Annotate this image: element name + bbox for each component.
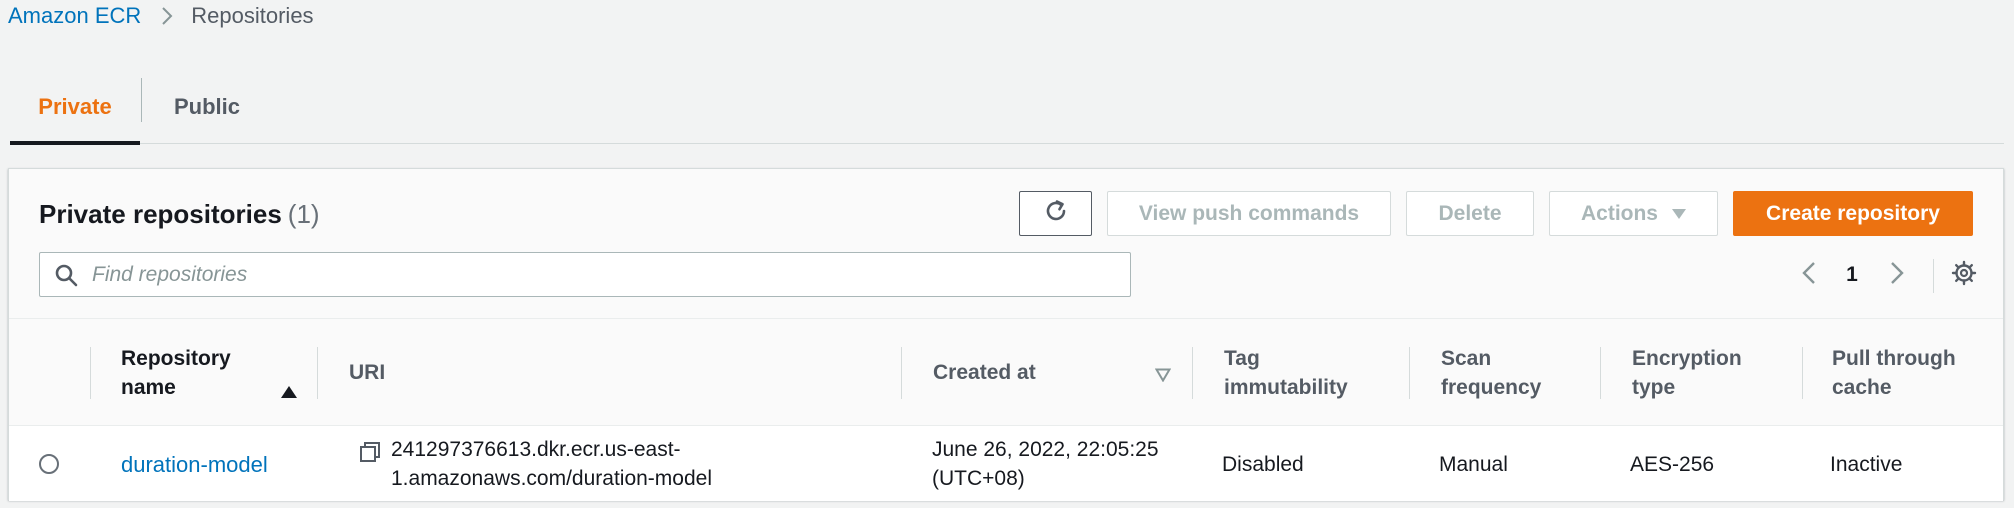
breadcrumb-amazon-ecr-link[interactable]: Amazon ECR [8, 3, 141, 29]
column-header-label: frequency [1441, 375, 1542, 399]
column-header-label: Tag [1224, 346, 1260, 370]
repository-name-link[interactable]: duration-model [121, 450, 268, 479]
created-at-text-line: (UTC+08) [932, 467, 1025, 490]
private-repositories-panel: Private repositories (1) View push comman… [8, 168, 2004, 501]
tab-private[interactable]: Private [10, 70, 140, 145]
column-header-encryption-type: Encryption type [1632, 319, 1792, 426]
tag-immutability-cell: Disabled [1222, 452, 1304, 476]
search-field[interactable] [39, 252, 1131, 297]
copy-icon[interactable] [359, 441, 381, 463]
breadcrumb-current: Repositories [191, 3, 314, 28]
column-divider [1409, 347, 1410, 399]
column-header-label: Created at [933, 361, 1036, 384]
search-icon [54, 263, 78, 287]
row-select-cell [39, 427, 59, 501]
uri-cell: 241297376613.dkr.ecr.us-east- 1.amazonaw… [359, 427, 899, 501]
chevron-left-icon [1802, 261, 1816, 290]
column-header-created-at[interactable]: Created at [933, 319, 1173, 426]
table-row[interactable]: duration-model 241297376613.dkr.ecr.us-e… [9, 427, 2003, 501]
table-header: Repository name URI Created at Tag immut… [9, 319, 2003, 426]
search-input[interactable] [92, 254, 1092, 295]
column-divider [90, 347, 91, 399]
repository-count: (1) [287, 199, 320, 229]
column-header-label: name [121, 375, 176, 399]
panel-header: Private repositories (1) View push comman… [9, 169, 2003, 319]
column-header-uri: URI [349, 319, 899, 426]
column-header-pull-through-cache: Pull through cache [1832, 319, 1992, 426]
panel-title: Private repositories (1) [39, 199, 320, 230]
actions-dropdown-button[interactable]: Actions [1549, 191, 1718, 236]
actions-label: Actions [1580, 201, 1658, 225]
chevron-right-icon [161, 6, 173, 26]
create-repository-button[interactable]: Create repository [1733, 191, 1973, 236]
column-header-label: cache [1832, 375, 1892, 399]
column-divider [1192, 347, 1193, 399]
scan-frequency-cell: Manual [1439, 452, 1508, 476]
column-header-label: type [1632, 375, 1676, 399]
uri-text-line: 241297376613.dkr.ecr.us-east- [391, 438, 681, 461]
column-header-label: Repository [121, 346, 231, 370]
column-header-label: Scan [1441, 346, 1492, 370]
view-push-commands-button[interactable]: View push commands [1107, 191, 1391, 236]
column-divider [317, 347, 318, 399]
encryption-type-cell: AES-256 [1630, 452, 1715, 476]
gear-icon [1951, 260, 1977, 291]
caret-down-icon [1672, 208, 1686, 219]
column-divider [901, 347, 902, 399]
previous-page-button[interactable] [1795, 261, 1823, 289]
column-header-label: URI [349, 361, 386, 384]
sort-sortable-icon [1154, 361, 1172, 390]
column-divider [1600, 347, 1601, 399]
pagination-divider [1933, 259, 1934, 293]
column-header-scan-frequency: Scan frequency [1441, 319, 1591, 426]
column-header-label: Encryption [1632, 346, 1742, 370]
column-header-tag-immutability: Tag immutability [1224, 319, 1404, 426]
refresh-button[interactable] [1019, 191, 1092, 236]
repository-name-cell: duration-model [121, 427, 268, 501]
column-divider [1802, 347, 1803, 399]
column-header-repository-name[interactable]: Repository name [121, 319, 326, 426]
column-header-label: Pull through [1832, 346, 1956, 370]
panel-title-text: Private repositories [39, 199, 282, 229]
repository-tabs: Private Public [10, 70, 2004, 145]
chevron-right-icon [1890, 261, 1904, 290]
refresh-icon [1043, 198, 1069, 230]
created-at-text-line: June 26, 2022, 22:05:25 [932, 438, 1159, 461]
current-page-number[interactable]: 1 [1837, 263, 1867, 287]
sort-ascending-icon [281, 377, 297, 406]
created-at-cell: June 26, 2022, 22:05:25 (UTC+08) [932, 427, 1182, 501]
next-page-button[interactable] [1883, 261, 1911, 289]
preferences-button[interactable] [1949, 260, 1979, 291]
pull-through-cache-cell: Inactive [1830, 452, 1903, 476]
uri-text-line: 1.amazonaws.com/duration-model [391, 467, 712, 490]
row-select-radio[interactable] [39, 454, 59, 474]
tab-public[interactable]: Public [142, 70, 272, 144]
column-header-label: immutability [1224, 375, 1348, 399]
breadcrumb: Amazon ECR Repositories [8, 2, 314, 30]
delete-button[interactable]: Delete [1406, 191, 1534, 236]
